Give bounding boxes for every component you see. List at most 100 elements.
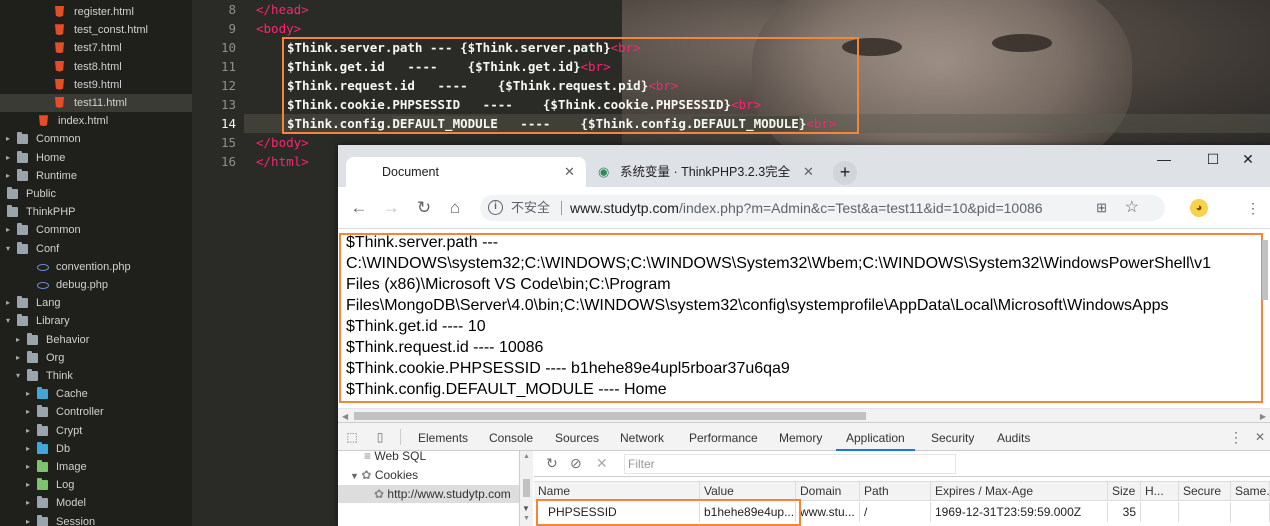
sidebar-item-test-const[interactable]: test_const.html bbox=[0, 21, 192, 39]
chevron-right-icon[interactable]: ▸ bbox=[23, 422, 33, 440]
sidebar-item-lang[interactable]: ▸ Lang bbox=[0, 294, 192, 312]
sidebar-item-session[interactable]: ▸ Session bbox=[0, 513, 192, 526]
filter-input[interactable]: Filter bbox=[624, 454, 956, 474]
chevron-right-icon[interactable]: ▸ bbox=[13, 331, 23, 349]
devtools-menu-icon[interactable]: ⋮ bbox=[1228, 429, 1244, 445]
chevron-right-icon[interactable]: ▸ bbox=[23, 476, 33, 494]
devtools-tab-network[interactable]: Network bbox=[620, 423, 664, 451]
new-tab-button[interactable]: + bbox=[833, 161, 857, 185]
chevron-right-icon[interactable]: ▸ bbox=[3, 167, 13, 185]
table-cell[interactable]: 35 bbox=[1108, 502, 1141, 522]
delete-selected-icon[interactable]: ✕ bbox=[596, 455, 608, 472]
table-cell[interactable]: www.stu... bbox=[796, 502, 860, 522]
chevron-right-icon[interactable]: ▸ bbox=[3, 221, 13, 239]
close-devtools-icon[interactable]: ✕ bbox=[1252, 429, 1268, 445]
sidebar-item-cookies[interactable]: ▼ ✿ Cookies bbox=[350, 466, 418, 485]
devtools-tab-elements[interactable]: Elements bbox=[418, 423, 468, 451]
chevron-right-icon[interactable]: ▸ bbox=[3, 149, 13, 167]
sidebar-item-cache[interactable]: ▸ Cache bbox=[0, 385, 192, 403]
column-header[interactable]: Secure bbox=[1179, 481, 1231, 501]
sidebar-item-library[interactable]: ▾ Library bbox=[0, 312, 192, 330]
translate-icon[interactable]: ⊞ bbox=[1096, 195, 1107, 221]
sidebar-item-org[interactable]: ▸ Org bbox=[0, 349, 192, 367]
maximize-button[interactable]: ☐ bbox=[1203, 151, 1223, 168]
horizontal-scrollbar[interactable]: ◀ ▶ bbox=[338, 408, 1270, 422]
sidebar-item-test8[interactable]: test8.html bbox=[0, 58, 192, 76]
chevron-down-icon[interactable]: ▾ bbox=[13, 367, 23, 385]
scroll-down-icon[interactable]: ▼ bbox=[523, 515, 530, 522]
forward-arrow-icon[interactable]: → bbox=[380, 198, 402, 218]
sidebar-item-websql[interactable]: ≡ Web SQL bbox=[364, 451, 426, 465]
chevron-right-icon[interactable]: ▸ bbox=[23, 403, 33, 421]
devtools-tab-security[interactable]: Security bbox=[931, 423, 974, 451]
chevron-right-icon[interactable]: ▸ bbox=[23, 458, 33, 476]
column-header[interactable]: Domain bbox=[796, 481, 860, 501]
sidebar-item-home[interactable]: ▸ Home bbox=[0, 149, 192, 167]
inspect-element-icon[interactable]: ⬚ bbox=[344, 429, 360, 445]
devtools-tab-sources[interactable]: Sources bbox=[555, 423, 599, 451]
close-tab-icon[interactable]: ✕ bbox=[564, 157, 575, 187]
scroll-down-icon[interactable]: ▼ bbox=[522, 504, 530, 513]
chevron-right-icon[interactable]: ▸ bbox=[23, 440, 33, 458]
sidebar-item-cookie-origin[interactable]: ✿ http://www.studytp.com bbox=[338, 485, 519, 503]
table-cell[interactable] bbox=[1141, 502, 1179, 522]
sidebar-item-thinkphp[interactable]: ▾ ThinkPHP bbox=[0, 203, 192, 221]
scroll-right-icon[interactable]: ▶ bbox=[1260, 412, 1266, 421]
chevron-down-icon[interactable]: ▾ bbox=[0, 203, 3, 221]
tab-thinkphp-docs[interactable]: ◉ 系统变量 · ThinkPHP3.2.3完全开 ✕ bbox=[590, 157, 825, 187]
close-window-button[interactable]: ✕ bbox=[1238, 151, 1258, 168]
column-header[interactable]: Value bbox=[700, 481, 796, 501]
scroll-up-icon[interactable]: ▲ bbox=[523, 453, 530, 460]
device-toolbar-icon[interactable]: ▯ bbox=[372, 429, 388, 445]
chevron-right-icon[interactable]: ▸ bbox=[3, 294, 13, 312]
table-cell[interactable]: 1969-12-31T23:59:59.000Z bbox=[931, 502, 1108, 522]
omnibox[interactable]: i 不安全 www.studytp.com/index.php?m=Admin&… bbox=[480, 195, 1165, 221]
bookmark-star-icon[interactable]: ☆ bbox=[1125, 195, 1139, 221]
scroll-left-icon[interactable]: ◀ bbox=[342, 412, 348, 421]
reload-icon[interactable]: ↻ bbox=[413, 198, 435, 218]
chevron-right-icon[interactable]: ▸ bbox=[23, 513, 33, 526]
vertical-scrollbar[interactable] bbox=[1262, 240, 1268, 300]
back-arrow-icon[interactable]: ← bbox=[348, 198, 370, 218]
chevron-right-icon[interactable]: ▸ bbox=[13, 349, 23, 367]
menu-kebab-icon[interactable]: ⋮ bbox=[1244, 199, 1262, 217]
sidebar-item-think[interactable]: ▾ Think bbox=[0, 367, 192, 385]
devtools-tab-console[interactable]: Console bbox=[489, 423, 533, 451]
chevron-right-icon[interactable]: ▸ bbox=[23, 385, 33, 403]
sidebar-item-runtime[interactable]: ▸ Runtime bbox=[0, 167, 192, 185]
devtools-tab-memory[interactable]: Memory bbox=[779, 423, 822, 451]
table-cell[interactable] bbox=[1231, 502, 1270, 522]
chevron-right-icon[interactable]: ▸ bbox=[3, 130, 13, 148]
devtools-tab-application[interactable]: Application bbox=[836, 423, 915, 451]
sidebar-item-common[interactable]: ▸ Common bbox=[0, 130, 192, 148]
sidebar-item-log[interactable]: ▸ Log bbox=[0, 476, 192, 494]
close-tab-icon[interactable]: ✕ bbox=[803, 157, 814, 187]
sidebar-scrollbar[interactable]: ▲ ▼ bbox=[520, 451, 533, 526]
minimize-button[interactable]: — bbox=[1154, 151, 1174, 167]
sidebar-item-test9[interactable]: test9.html bbox=[0, 76, 192, 94]
table-cell[interactable] bbox=[1179, 502, 1231, 522]
scrollbar-thumb[interactable] bbox=[523, 479, 530, 497]
sidebar-item-db[interactable]: ▸ Db bbox=[0, 440, 192, 458]
sidebar-item-crypt[interactable]: ▸ Crypt bbox=[0, 422, 192, 440]
sidebar-item-controller[interactable]: ▸ Controller bbox=[0, 403, 192, 421]
column-header[interactable]: Name bbox=[534, 481, 700, 501]
chevron-right-icon[interactable]: ▸ bbox=[0, 185, 3, 203]
devtools-tab-performance[interactable]: Performance bbox=[689, 423, 758, 451]
devtools-tab-audits[interactable]: Audits bbox=[997, 423, 1030, 451]
scrollbar-thumb[interactable] bbox=[354, 412, 866, 420]
sidebar-item-debug[interactable]: debug.php bbox=[0, 276, 192, 294]
sidebar-item-convention[interactable]: convention.php bbox=[0, 258, 192, 276]
table-cell[interactable]: b1hehe89e4up... bbox=[700, 502, 796, 522]
clear-all-icon[interactable]: ⊘ bbox=[570, 455, 582, 472]
sidebar-item-model[interactable]: ▸ Model bbox=[0, 494, 192, 512]
extension-emoji-icon[interactable]: ◕ bbox=[1190, 199, 1208, 217]
table-cell[interactable]: PHPSESSID bbox=[534, 502, 700, 522]
column-header[interactable]: H... bbox=[1141, 481, 1179, 501]
chevron-down-icon[interactable]: ▾ bbox=[3, 312, 13, 330]
table-cell[interactable]: / bbox=[860, 502, 931, 522]
column-header[interactable]: Expires / Max-Age bbox=[931, 481, 1108, 501]
column-header[interactable]: Size bbox=[1108, 481, 1141, 501]
sidebar-item-image[interactable]: ▸ Image bbox=[0, 458, 192, 476]
chevron-down-icon[interactable]: ▾ bbox=[3, 240, 13, 258]
